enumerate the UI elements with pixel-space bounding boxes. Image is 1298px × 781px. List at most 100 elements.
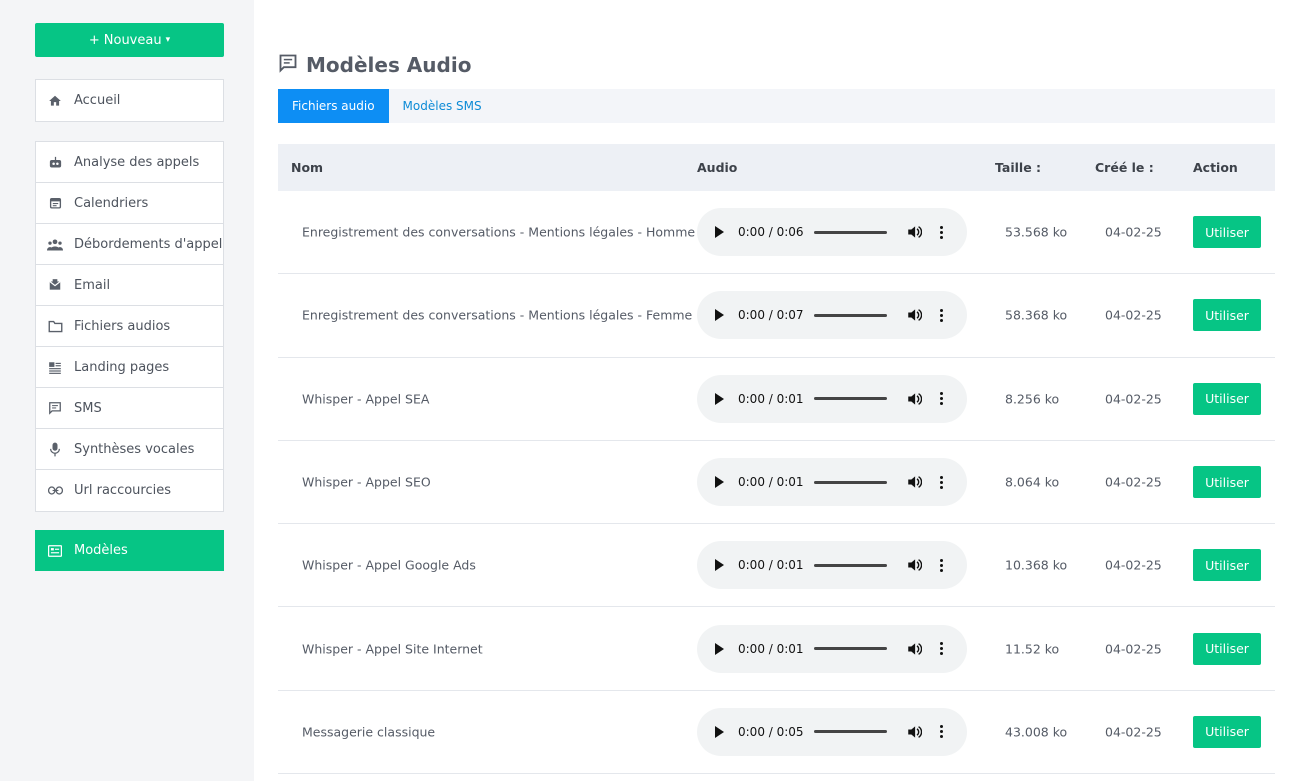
sidebar-item-label: SMS xyxy=(74,400,102,416)
row-date: 04-02-25 xyxy=(1105,391,1162,407)
row-size: 58.368 ko xyxy=(1005,307,1068,323)
play-icon[interactable] xyxy=(715,476,724,489)
more-options-icon[interactable] xyxy=(940,475,943,489)
use-button[interactable]: Utiliser xyxy=(1193,382,1261,415)
more-options-icon[interactable] xyxy=(940,558,943,572)
audio-player[interactable]: 0:00 / 0:01 xyxy=(697,541,967,590)
row-name: Whisper - Appel SEA xyxy=(302,391,430,407)
link-icon xyxy=(36,486,74,495)
sidebar-item-audio-files[interactable]: Fichiers audios xyxy=(36,306,223,347)
list-icon xyxy=(36,544,74,557)
new-button[interactable]: + Nouveau ▾ xyxy=(35,23,224,57)
sidebar-item-short-urls[interactable]: Url raccourcies xyxy=(36,470,223,511)
audio-progress-track[interactable] xyxy=(814,397,887,401)
nav-models-group: Modèles xyxy=(35,530,224,571)
audio-time: 0:00 / 0:01 xyxy=(738,558,804,573)
volume-icon[interactable] xyxy=(907,725,922,739)
audio-time: 0:00 / 0:01 xyxy=(738,391,804,406)
caret-down-icon: ▾ xyxy=(165,35,171,45)
sidebar-item-calendars[interactable]: Calendriers xyxy=(36,183,223,224)
row-date: 04-02-25 xyxy=(1105,641,1162,657)
play-icon[interactable] xyxy=(715,226,724,239)
sidebar-item-landing-pages[interactable]: Landing pages xyxy=(36,347,223,388)
sidebar-item-models[interactable]: Modèles xyxy=(36,531,223,570)
audio-player[interactable]: 0:00 / 0:01 xyxy=(697,374,967,423)
page-title-text: Modèles Audio xyxy=(306,53,472,77)
audio-time: 0:00 / 0:05 xyxy=(738,724,804,739)
use-button[interactable]: Utiliser xyxy=(1193,299,1261,332)
table-row: Whisper - Appel SEA 0:00 / 0:01 8.256 ko… xyxy=(278,358,1275,441)
row-name: Whisper - Appel Site Internet xyxy=(302,641,483,657)
use-button[interactable]: Utiliser xyxy=(1193,466,1261,499)
sidebar-item-email[interactable]: Email xyxy=(36,265,223,306)
play-icon[interactable] xyxy=(715,309,724,322)
audio-progress-track[interactable] xyxy=(814,480,887,484)
table-row: Whisper - Appel Google Ads 0:00 / 0:01 1… xyxy=(278,524,1275,608)
volume-icon[interactable] xyxy=(907,642,922,656)
sidebar-item-home[interactable]: Accueil xyxy=(36,80,223,121)
more-options-icon[interactable] xyxy=(940,392,943,406)
audio-time: 0:00 / 0:01 xyxy=(738,475,804,490)
column-header-audio: Audio xyxy=(697,160,738,175)
row-name: Enregistrement des conversations - Menti… xyxy=(302,224,696,240)
sidebar-item-call-analysis[interactable]: Analyse des appels xyxy=(36,142,223,183)
column-header-action: Action xyxy=(1193,160,1238,175)
table-row: Enregistrement des conversations - Menti… xyxy=(278,274,1275,358)
sidebar-item-sms[interactable]: SMS xyxy=(36,388,223,429)
tab-audio-files[interactable]: Fichiers audio xyxy=(278,89,389,123)
main-content: Modèles Audio Fichiers audio Modèles SMS… xyxy=(254,0,1298,781)
row-name: Whisper - Appel Google Ads xyxy=(302,557,476,573)
audio-player[interactable]: 0:00 / 0:01 xyxy=(697,624,967,673)
column-header-size: Taille : xyxy=(995,160,1042,175)
volume-icon[interactable] xyxy=(907,475,922,489)
plus-icon: + xyxy=(88,32,100,48)
row-date: 04-02-25 xyxy=(1105,307,1162,323)
volume-icon[interactable] xyxy=(907,308,922,322)
play-icon[interactable] xyxy=(715,725,724,738)
row-name: Enregistrement des conversations - Menti… xyxy=(302,307,693,323)
table-row: Enregistrement des conversations - Menti… xyxy=(278,191,1275,275)
play-icon[interactable] xyxy=(715,559,724,572)
audio-player[interactable]: 0:00 / 0:01 xyxy=(697,458,967,507)
volume-icon[interactable] xyxy=(907,392,922,406)
calendar-icon xyxy=(36,196,74,210)
audio-player[interactable]: 0:00 / 0:06 xyxy=(697,208,967,257)
sidebar-item-label: Analyse des appels xyxy=(74,154,200,170)
microphone-icon xyxy=(36,442,74,457)
sidebar-item-call-overflow[interactable]: Débordements d'appel xyxy=(36,224,223,265)
play-icon[interactable] xyxy=(715,392,724,405)
more-options-icon[interactable] xyxy=(940,725,943,739)
row-name: Whisper - Appel SEO xyxy=(302,474,431,490)
use-button[interactable]: Utiliser xyxy=(1193,715,1261,748)
sidebar-item-label: Modèles xyxy=(74,543,128,558)
row-size: 43.008 ko xyxy=(1005,724,1068,740)
sidebar-item-label: Email xyxy=(74,277,111,293)
use-button[interactable]: Utiliser xyxy=(1193,632,1261,665)
audio-player[interactable]: 0:00 / 0:05 xyxy=(697,707,967,756)
use-button[interactable]: Utiliser xyxy=(1193,549,1261,582)
volume-icon[interactable] xyxy=(907,558,922,572)
more-options-icon[interactable] xyxy=(940,308,943,322)
more-options-icon[interactable] xyxy=(940,225,943,239)
folder-icon xyxy=(36,320,74,333)
audio-progress-track[interactable] xyxy=(814,563,887,567)
audio-progress-track[interactable] xyxy=(814,230,887,234)
audio-progress-track[interactable] xyxy=(814,647,887,651)
use-button[interactable]: Utiliser xyxy=(1193,216,1261,249)
volume-icon[interactable] xyxy=(907,225,922,239)
nav-home-group: Accueil xyxy=(35,79,224,122)
sidebar-item-voice-synthesis[interactable]: Synthèses vocales xyxy=(36,429,223,470)
table-body: Enregistrement des conversations - Menti… xyxy=(278,191,1275,775)
more-options-icon[interactable] xyxy=(940,642,943,656)
audio-progress-track[interactable] xyxy=(814,313,887,317)
nav-tools-group: Analyse des appels Calendriers Débordeme… xyxy=(35,141,224,512)
audio-player[interactable]: 0:00 / 0:07 xyxy=(697,291,967,340)
audio-progress-track[interactable] xyxy=(814,730,887,734)
new-button-label: Nouveau xyxy=(103,32,162,48)
row-size: 8.064 ko xyxy=(1005,474,1060,490)
sidebar-item-label: Accueil xyxy=(74,93,121,108)
tab-sms-models[interactable]: Modèles SMS xyxy=(389,89,496,123)
row-name: Messagerie classique xyxy=(302,724,436,740)
play-icon[interactable] xyxy=(715,642,724,655)
column-header-created: Créé le : xyxy=(1095,160,1154,175)
